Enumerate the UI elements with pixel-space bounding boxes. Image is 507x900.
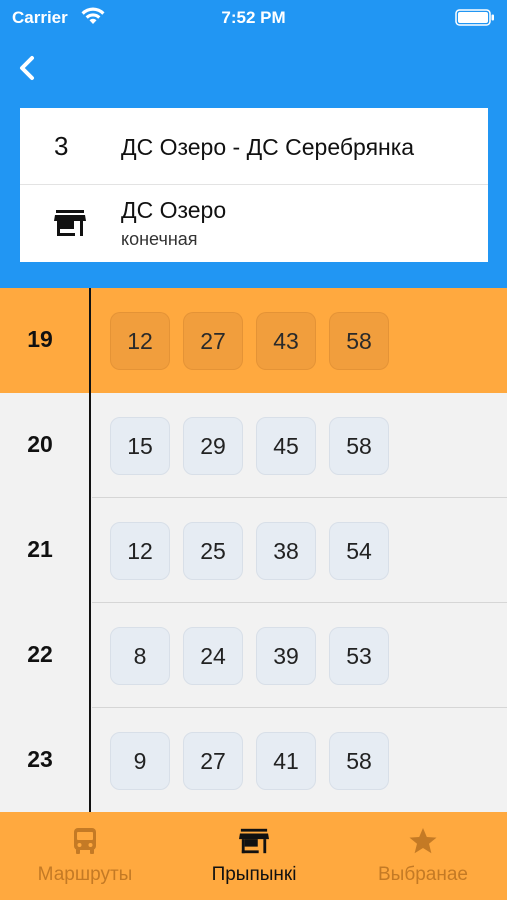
stop-row: ДС Озеро конечная xyxy=(20,185,488,262)
minute-chip[interactable]: 27 xyxy=(183,312,243,370)
store-icon xyxy=(239,828,269,854)
star-icon xyxy=(409,828,437,854)
minute-chip[interactable]: 9 xyxy=(110,732,170,790)
hour-label: 19 xyxy=(27,326,53,352)
minute-chip[interactable]: 58 xyxy=(329,732,389,790)
route-number: 3 xyxy=(54,131,69,161)
route-info-card: 3 ДС Озеро - ДС Серебрянка ДС Озеро коне… xyxy=(20,108,488,262)
schedule-row: 23 9 27 41 58 xyxy=(0,708,507,812)
minute-chip[interactable]: 25 xyxy=(183,522,243,580)
minute-chip[interactable]: 58 xyxy=(329,417,389,475)
status-time: 7:52 PM xyxy=(221,8,286,27)
minute-chip[interactable]: 43 xyxy=(256,312,316,370)
back-button[interactable] xyxy=(10,50,46,86)
hour-label: 22 xyxy=(27,641,53,667)
tab-favorites[interactable]: Выбранае xyxy=(358,812,488,900)
hour-label: 20 xyxy=(27,431,53,457)
minute-chip[interactable]: 29 xyxy=(183,417,243,475)
minute-chip[interactable]: 27 xyxy=(183,732,243,790)
minute-chip[interactable]: 15 xyxy=(110,417,170,475)
schedule-row: 20 15 29 45 58 xyxy=(0,393,507,498)
header: Carrier 7:52 PM 3 ДС Озеро - ДС Серебрян… xyxy=(0,0,507,288)
minute-chip[interactable]: 12 xyxy=(110,312,170,370)
hour-label: 23 xyxy=(27,746,53,772)
minute-chip[interactable]: 8 xyxy=(110,627,170,685)
stop-name: ДС Озеро xyxy=(121,197,227,223)
tab-routes[interactable]: Маршруты xyxy=(20,812,150,900)
chevron-left-icon xyxy=(20,56,34,80)
minute-chip[interactable]: 54 xyxy=(329,522,389,580)
minute-chip[interactable]: 41 xyxy=(256,732,316,790)
schedule-row: 19 12 27 43 58 xyxy=(0,288,507,393)
schedule-list[interactable]: 19 12 27 43 58 20 15 29 45 58 21 12 25 3… xyxy=(0,288,507,812)
schedule-row: 22 8 24 39 53 xyxy=(0,603,507,708)
minute-chip[interactable]: 45 xyxy=(256,417,316,475)
schedule-row: 21 12 25 38 54 xyxy=(0,498,507,603)
minute-chip[interactable]: 58 xyxy=(329,312,389,370)
minute-chip[interactable]: 39 xyxy=(256,627,316,685)
tab-bar: Маршруты Прыпынкі Выбранае xyxy=(0,812,507,900)
stop-type: конечная xyxy=(121,229,198,249)
minute-chip[interactable]: 53 xyxy=(329,627,389,685)
route-row: 3 ДС Озеро - ДС Серебрянка xyxy=(20,108,488,185)
tab-stops[interactable]: Прыпынкі xyxy=(189,812,319,900)
minute-chip[interactable]: 12 xyxy=(110,522,170,580)
tab-label: Выбранае xyxy=(378,864,468,885)
bus-icon xyxy=(74,828,96,854)
hour-column-divider xyxy=(89,288,91,812)
store-icon xyxy=(54,210,86,236)
minute-chip[interactable]: 38 xyxy=(256,522,316,580)
minute-chip[interactable]: 24 xyxy=(183,627,243,685)
hour-label: 21 xyxy=(27,536,53,562)
status-bar: Carrier 7:52 PM xyxy=(0,0,507,36)
tab-label: Прыпынкі xyxy=(211,864,297,885)
battery-icon xyxy=(455,9,494,26)
route-name: ДС Озеро - ДС Серебрянка xyxy=(121,134,415,160)
tab-label: Маршруты xyxy=(37,864,133,885)
